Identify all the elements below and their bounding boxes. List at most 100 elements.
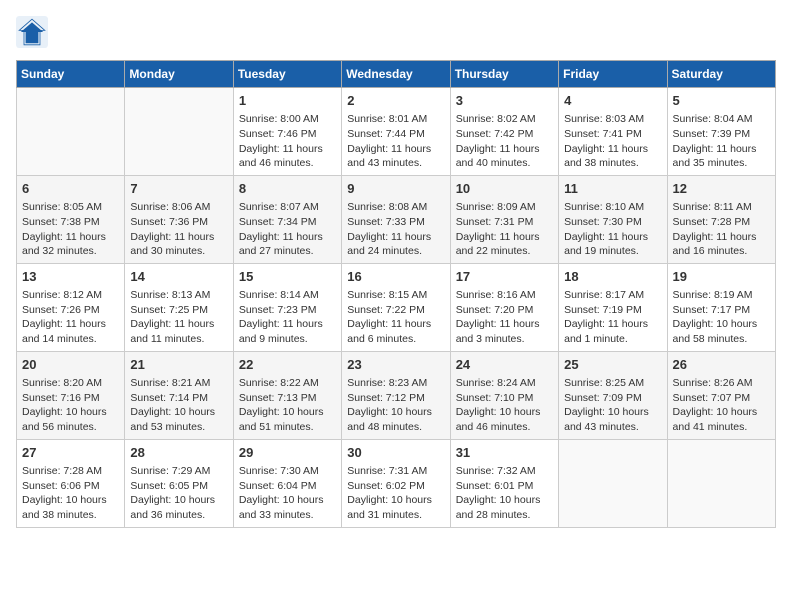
day-info: Sunrise: 8:21 AM Sunset: 7:14 PM Dayligh…: [130, 376, 227, 435]
day-number: 4: [564, 92, 661, 110]
calendar-table: SundayMondayTuesdayWednesdayThursdayFrid…: [16, 60, 776, 528]
day-info: Sunrise: 8:14 AM Sunset: 7:23 PM Dayligh…: [239, 288, 336, 347]
day-info: Sunrise: 7:31 AM Sunset: 6:02 PM Dayligh…: [347, 464, 444, 523]
calendar-cell: 25 Sunrise: 8:25 AM Sunset: 7:09 PM Dayli…: [559, 351, 667, 439]
calendar-cell: 1 Sunrise: 8:00 AM Sunset: 7:46 PM Daylig…: [233, 88, 341, 176]
calendar-cell: [125, 88, 233, 176]
day-number: 22: [239, 356, 336, 374]
day-info: Sunrise: 8:05 AM Sunset: 7:38 PM Dayligh…: [22, 200, 119, 259]
calendar-cell: [559, 439, 667, 527]
day-number: 26: [673, 356, 770, 374]
calendar-cell: 31 Sunrise: 7:32 AM Sunset: 6:01 PM Dayli…: [450, 439, 558, 527]
day-number: 17: [456, 268, 553, 286]
calendar-cell: 3 Sunrise: 8:02 AM Sunset: 7:42 PM Daylig…: [450, 88, 558, 176]
weekday-header: Tuesday: [233, 61, 341, 88]
calendar-week-row: 27 Sunrise: 7:28 AM Sunset: 6:06 PM Dayli…: [17, 439, 776, 527]
day-info: Sunrise: 8:09 AM Sunset: 7:31 PM Dayligh…: [456, 200, 553, 259]
day-number: 3: [456, 92, 553, 110]
day-number: 20: [22, 356, 119, 374]
day-info: Sunrise: 8:02 AM Sunset: 7:42 PM Dayligh…: [456, 112, 553, 171]
calendar-cell: [17, 88, 125, 176]
day-number: 12: [673, 180, 770, 198]
day-number: 24: [456, 356, 553, 374]
calendar-cell: 17Sunrise: 8:16 AM Sunset: 7:20 PM Dayli…: [450, 263, 558, 351]
calendar-cell: 8 Sunrise: 8:07 AM Sunset: 7:34 PM Daylig…: [233, 175, 341, 263]
day-number: 25: [564, 356, 661, 374]
day-info: Sunrise: 8:19 AM Sunset: 7:17 PM Dayligh…: [673, 288, 770, 347]
day-number: 6: [22, 180, 119, 198]
calendar-cell: 13Sunrise: 8:12 AM Sunset: 7:26 PM Dayli…: [17, 263, 125, 351]
day-number: 28: [130, 444, 227, 462]
calendar-week-row: 13Sunrise: 8:12 AM Sunset: 7:26 PM Dayli…: [17, 263, 776, 351]
day-info: Sunrise: 8:07 AM Sunset: 7:34 PM Dayligh…: [239, 200, 336, 259]
calendar-cell: 28 Sunrise: 7:29 AM Sunset: 6:05 PM Dayli…: [125, 439, 233, 527]
day-number: 16: [347, 268, 444, 286]
logo-icon: [16, 16, 48, 48]
calendar-cell: 6 Sunrise: 8:05 AM Sunset: 7:38 PM Daylig…: [17, 175, 125, 263]
calendar-cell: 24 Sunrise: 8:24 AM Sunset: 7:10 PM Dayli…: [450, 351, 558, 439]
calendar-cell: 23Sunrise: 8:23 AM Sunset: 7:12 PM Dayli…: [342, 351, 450, 439]
calendar-cell: 14 Sunrise: 8:13 AM Sunset: 7:25 PM Dayli…: [125, 263, 233, 351]
day-info: Sunrise: 8:24 AM Sunset: 7:10 PM Dayligh…: [456, 376, 553, 435]
day-number: 29: [239, 444, 336, 462]
day-info: Sunrise: 8:15 AM Sunset: 7:22 PM Dayligh…: [347, 288, 444, 347]
day-number: 14: [130, 268, 227, 286]
page-header: [16, 16, 776, 48]
calendar-cell: 19 Sunrise: 8:19 AM Sunset: 7:17 PM Dayli…: [667, 263, 775, 351]
calendar-header-row: SundayMondayTuesdayWednesdayThursdayFrid…: [17, 61, 776, 88]
day-info: Sunrise: 7:29 AM Sunset: 6:05 PM Dayligh…: [130, 464, 227, 523]
day-info: Sunrise: 8:10 AM Sunset: 7:30 PM Dayligh…: [564, 200, 661, 259]
day-info: Sunrise: 8:11 AM Sunset: 7:28 PM Dayligh…: [673, 200, 770, 259]
day-info: Sunrise: 7:28 AM Sunset: 6:06 PM Dayligh…: [22, 464, 119, 523]
day-info: Sunrise: 7:30 AM Sunset: 6:04 PM Dayligh…: [239, 464, 336, 523]
day-number: 23: [347, 356, 444, 374]
calendar-cell: 5 Sunrise: 8:04 AM Sunset: 7:39 PM Daylig…: [667, 88, 775, 176]
day-number: 5: [673, 92, 770, 110]
calendar-cell: 26 Sunrise: 8:26 AM Sunset: 7:07 PM Dayli…: [667, 351, 775, 439]
calendar-cell: 30 Sunrise: 7:31 AM Sunset: 6:02 PM Dayli…: [342, 439, 450, 527]
day-number: 27: [22, 444, 119, 462]
weekday-header: Monday: [125, 61, 233, 88]
day-info: Sunrise: 8:06 AM Sunset: 7:36 PM Dayligh…: [130, 200, 227, 259]
calendar-cell: 12 Sunrise: 8:11 AM Sunset: 7:28 PM Dayli…: [667, 175, 775, 263]
calendar-cell: [667, 439, 775, 527]
calendar-week-row: 6 Sunrise: 8:05 AM Sunset: 7:38 PM Daylig…: [17, 175, 776, 263]
day-info: Sunrise: 8:20 AM Sunset: 7:16 PM Dayligh…: [22, 376, 119, 435]
calendar-cell: 15 Sunrise: 8:14 AM Sunset: 7:23 PM Dayli…: [233, 263, 341, 351]
calendar-cell: 20 Sunrise: 8:20 AM Sunset: 7:16 PM Dayli…: [17, 351, 125, 439]
day-number: 11: [564, 180, 661, 198]
day-number: 30: [347, 444, 444, 462]
day-number: 1: [239, 92, 336, 110]
calendar-body: 1 Sunrise: 8:00 AM Sunset: 7:46 PM Daylig…: [17, 88, 776, 528]
day-number: 7: [130, 180, 227, 198]
day-info: Sunrise: 8:00 AM Sunset: 7:46 PM Dayligh…: [239, 112, 336, 171]
weekday-header: Wednesday: [342, 61, 450, 88]
day-number: 8: [239, 180, 336, 198]
day-info: Sunrise: 8:25 AM Sunset: 7:09 PM Dayligh…: [564, 376, 661, 435]
day-number: 15: [239, 268, 336, 286]
day-info: Sunrise: 8:13 AM Sunset: 7:25 PM Dayligh…: [130, 288, 227, 347]
day-info: Sunrise: 8:04 AM Sunset: 7:39 PM Dayligh…: [673, 112, 770, 171]
day-info: Sunrise: 8:17 AM Sunset: 7:19 PM Dayligh…: [564, 288, 661, 347]
calendar-cell: 29 Sunrise: 7:30 AM Sunset: 6:04 PM Dayli…: [233, 439, 341, 527]
day-number: 19: [673, 268, 770, 286]
calendar-week-row: 1 Sunrise: 8:00 AM Sunset: 7:46 PM Daylig…: [17, 88, 776, 176]
calendar-cell: 22 Sunrise: 8:22 AM Sunset: 7:13 PM Dayli…: [233, 351, 341, 439]
weekday-header: Friday: [559, 61, 667, 88]
calendar-cell: 2Sunrise: 8:01 AM Sunset: 7:44 PM Daylig…: [342, 88, 450, 176]
weekday-header: Saturday: [667, 61, 775, 88]
day-info: Sunrise: 8:12 AM Sunset: 7:26 PM Dayligh…: [22, 288, 119, 347]
logo: [16, 16, 54, 48]
day-number: 21: [130, 356, 227, 374]
day-number: 31: [456, 444, 553, 462]
day-number: 10: [456, 180, 553, 198]
calendar-cell: 10 Sunrise: 8:09 AM Sunset: 7:31 PM Dayli…: [450, 175, 558, 263]
day-info: Sunrise: 7:32 AM Sunset: 6:01 PM Dayligh…: [456, 464, 553, 523]
day-info: Sunrise: 8:01 AM Sunset: 7:44 PM Dayligh…: [347, 112, 444, 171]
calendar-cell: 7 Sunrise: 8:06 AM Sunset: 7:36 PM Daylig…: [125, 175, 233, 263]
calendar-cell: 27 Sunrise: 7:28 AM Sunset: 6:06 PM Dayli…: [17, 439, 125, 527]
day-info: Sunrise: 8:22 AM Sunset: 7:13 PM Dayligh…: [239, 376, 336, 435]
day-number: 9: [347, 180, 444, 198]
calendar-cell: 9Sunrise: 8:08 AM Sunset: 7:33 PM Daylig…: [342, 175, 450, 263]
day-info: Sunrise: 8:26 AM Sunset: 7:07 PM Dayligh…: [673, 376, 770, 435]
